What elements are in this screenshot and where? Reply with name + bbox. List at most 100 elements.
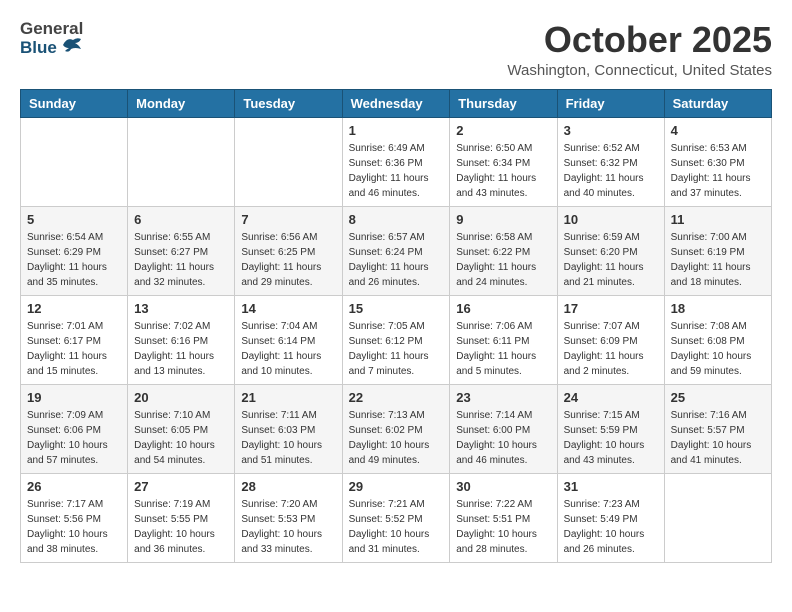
day-number: 3 — [564, 123, 658, 138]
col-header-friday: Friday — [557, 89, 664, 117]
day-info: Sunrise: 7:14 AM Sunset: 6:00 PM Dayligh… — [456, 408, 550, 468]
day-number: 5 — [27, 212, 121, 227]
day-number: 13 — [134, 301, 228, 316]
day-cell: 19Sunrise: 7:09 AM Sunset: 6:06 PM Dayli… — [21, 384, 128, 473]
day-cell: 11Sunrise: 7:00 AM Sunset: 6:19 PM Dayli… — [664, 206, 771, 295]
day-info: Sunrise: 6:59 AM Sunset: 6:20 PM Dayligh… — [564, 230, 658, 290]
col-header-sunday: Sunday — [21, 89, 128, 117]
day-cell — [235, 117, 342, 206]
calendar-header-row: SundayMondayTuesdayWednesdayThursdayFrid… — [21, 89, 772, 117]
day-cell: 21 Sunrise: 7:11 AM Sunset: 6:03 PM Dayli… — [235, 384, 342, 473]
col-header-thursday: Thursday — [450, 89, 557, 117]
day-number: 8 — [349, 212, 444, 227]
day-cell — [128, 117, 235, 206]
day-number: 31 — [564, 479, 658, 494]
day-info: Sunrise: 7:21 AM Sunset: 5:52 PM Dayligh… — [349, 497, 444, 557]
month-title: October 2025 — [507, 20, 772, 60]
day-cell: 27 Sunrise: 7:19 AM Sunset: 5:55 PM Dayli… — [128, 473, 235, 562]
logo-text: General Blue — [20, 20, 83, 57]
day-number: 14 — [241, 301, 335, 316]
day-info: Sunrise: 6:55 AM Sunset: 6:27 PM Dayligh… — [134, 230, 228, 290]
calendar-table: SundayMondayTuesdayWednesdayThursdayFrid… — [20, 89, 772, 563]
title-block: October 2025 Washington, Connecticut, Un… — [507, 20, 772, 79]
day-info: Sunrise: 7:15 AM Sunset: 5:59 PM Dayligh… — [564, 408, 658, 468]
week-row-1: 1Sunrise: 6:49 AM Sunset: 6:36 PM Daylig… — [21, 117, 772, 206]
day-number: 15 — [349, 301, 444, 316]
day-info: Sunrise: 6:56 AM Sunset: 6:25 PM Dayligh… — [241, 230, 335, 290]
day-info: Sunrise: 7:01 AM Sunset: 6:17 PM Dayligh… — [27, 319, 121, 379]
day-cell: 13 Sunrise: 7:02 AM Sunset: 6:16 PM Dayli… — [128, 295, 235, 384]
week-row-5: 26Sunrise: 7:17 AM Sunset: 5:56 PM Dayli… — [21, 473, 772, 562]
col-header-saturday: Saturday — [664, 89, 771, 117]
week-row-2: 5 Sunrise: 6:54 AM Sunset: 6:29 PM Daylig… — [21, 206, 772, 295]
day-cell: 30Sunrise: 7:22 AM Sunset: 5:51 PM Dayli… — [450, 473, 557, 562]
day-info: Sunrise: 7:17 AM Sunset: 5:56 PM Dayligh… — [27, 497, 121, 557]
day-number: 25 — [671, 390, 765, 405]
day-info: Sunrise: 7:02 AM Sunset: 6:16 PM Dayligh… — [134, 319, 228, 379]
day-info: Sunrise: 6:49 AM Sunset: 6:36 PM Dayligh… — [349, 141, 444, 201]
day-number: 27 — [134, 479, 228, 494]
day-cell: 25 Sunrise: 7:16 AM Sunset: 5:57 PM Dayli… — [664, 384, 771, 473]
day-number: 30 — [456, 479, 550, 494]
day-cell: 12 Sunrise: 7:01 AM Sunset: 6:17 PM Dayli… — [21, 295, 128, 384]
day-info: Sunrise: 7:07 AM Sunset: 6:09 PM Dayligh… — [564, 319, 658, 379]
day-cell: 4 Sunrise: 6:53 AM Sunset: 6:30 PM Daylig… — [664, 117, 771, 206]
day-cell: 14 Sunrise: 7:04 AM Sunset: 6:14 PM Dayli… — [235, 295, 342, 384]
day-info: Sunrise: 6:54 AM Sunset: 6:29 PM Dayligh… — [27, 230, 121, 290]
day-cell: 10 Sunrise: 6:59 AM Sunset: 6:20 PM Dayli… — [557, 206, 664, 295]
day-info: Sunrise: 7:23 AM Sunset: 5:49 PM Dayligh… — [564, 497, 658, 557]
day-cell: 29Sunrise: 7:21 AM Sunset: 5:52 PM Dayli… — [342, 473, 450, 562]
day-info: Sunrise: 6:53 AM Sunset: 6:30 PM Dayligh… — [671, 141, 765, 201]
day-info: Sunrise: 7:20 AM Sunset: 5:53 PM Dayligh… — [241, 497, 335, 557]
day-info: Sunrise: 7:13 AM Sunset: 6:02 PM Dayligh… — [349, 408, 444, 468]
day-info: Sunrise: 7:04 AM Sunset: 6:14 PM Dayligh… — [241, 319, 335, 379]
day-info: Sunrise: 7:08 AM Sunset: 6:08 PM Dayligh… — [671, 319, 765, 379]
day-number: 2 — [456, 123, 550, 138]
col-header-monday: Monday — [128, 89, 235, 117]
day-number: 28 — [241, 479, 335, 494]
day-number: 23 — [456, 390, 550, 405]
page-header: General Blue October 2025 Washington, Co… — [20, 20, 772, 79]
col-header-wednesday: Wednesday — [342, 89, 450, 117]
col-header-tuesday: Tuesday — [235, 89, 342, 117]
day-number: 22 — [349, 390, 444, 405]
day-cell: 6 Sunrise: 6:55 AM Sunset: 6:27 PM Daylig… — [128, 206, 235, 295]
day-cell: 15Sunrise: 7:05 AM Sunset: 6:12 PM Dayli… — [342, 295, 450, 384]
day-cell — [664, 473, 771, 562]
day-cell: 7 Sunrise: 6:56 AM Sunset: 6:25 PM Daylig… — [235, 206, 342, 295]
day-number: 4 — [671, 123, 765, 138]
week-row-3: 12 Sunrise: 7:01 AM Sunset: 6:17 PM Dayli… — [21, 295, 772, 384]
day-info: Sunrise: 7:10 AM Sunset: 6:05 PM Dayligh… — [134, 408, 228, 468]
day-info: Sunrise: 6:58 AM Sunset: 6:22 PM Dayligh… — [456, 230, 550, 290]
day-cell: 26Sunrise: 7:17 AM Sunset: 5:56 PM Dayli… — [21, 473, 128, 562]
day-number: 16 — [456, 301, 550, 316]
day-info: Sunrise: 7:11 AM Sunset: 6:03 PM Dayligh… — [241, 408, 335, 468]
day-cell: 28 Sunrise: 7:20 AM Sunset: 5:53 PM Dayli… — [235, 473, 342, 562]
day-number: 6 — [134, 212, 228, 227]
day-number: 12 — [27, 301, 121, 316]
day-cell: 3 Sunrise: 6:52 AM Sunset: 6:32 PM Daylig… — [557, 117, 664, 206]
day-number: 7 — [241, 212, 335, 227]
logo: General Blue — [20, 20, 83, 57]
day-cell: 1Sunrise: 6:49 AM Sunset: 6:36 PM Daylig… — [342, 117, 450, 206]
day-number: 24 — [564, 390, 658, 405]
day-cell: 20 Sunrise: 7:10 AM Sunset: 6:05 PM Dayli… — [128, 384, 235, 473]
day-cell: 2 Sunrise: 6:50 AM Sunset: 6:34 PM Daylig… — [450, 117, 557, 206]
logo-blue: Blue — [20, 39, 57, 58]
day-number: 17 — [564, 301, 658, 316]
day-info: Sunrise: 6:57 AM Sunset: 6:24 PM Dayligh… — [349, 230, 444, 290]
day-number: 18 — [671, 301, 765, 316]
day-number: 10 — [564, 212, 658, 227]
day-cell: 16 Sunrise: 7:06 AM Sunset: 6:11 PM Dayli… — [450, 295, 557, 384]
day-cell: 18 Sunrise: 7:08 AM Sunset: 6:08 PM Dayli… — [664, 295, 771, 384]
day-info: Sunrise: 6:50 AM Sunset: 6:34 PM Dayligh… — [456, 141, 550, 201]
day-info: Sunrise: 7:19 AM Sunset: 5:55 PM Dayligh… — [134, 497, 228, 557]
day-number: 20 — [134, 390, 228, 405]
day-number: 21 — [241, 390, 335, 405]
day-info: Sunrise: 7:16 AM Sunset: 5:57 PM Dayligh… — [671, 408, 765, 468]
day-cell: 22 Sunrise: 7:13 AM Sunset: 6:02 PM Dayli… — [342, 384, 450, 473]
day-cell: 24 Sunrise: 7:15 AM Sunset: 5:59 PM Dayli… — [557, 384, 664, 473]
day-cell — [21, 117, 128, 206]
day-info: Sunrise: 7:06 AM Sunset: 6:11 PM Dayligh… — [456, 319, 550, 379]
day-info: Sunrise: 6:52 AM Sunset: 6:32 PM Dayligh… — [564, 141, 658, 201]
